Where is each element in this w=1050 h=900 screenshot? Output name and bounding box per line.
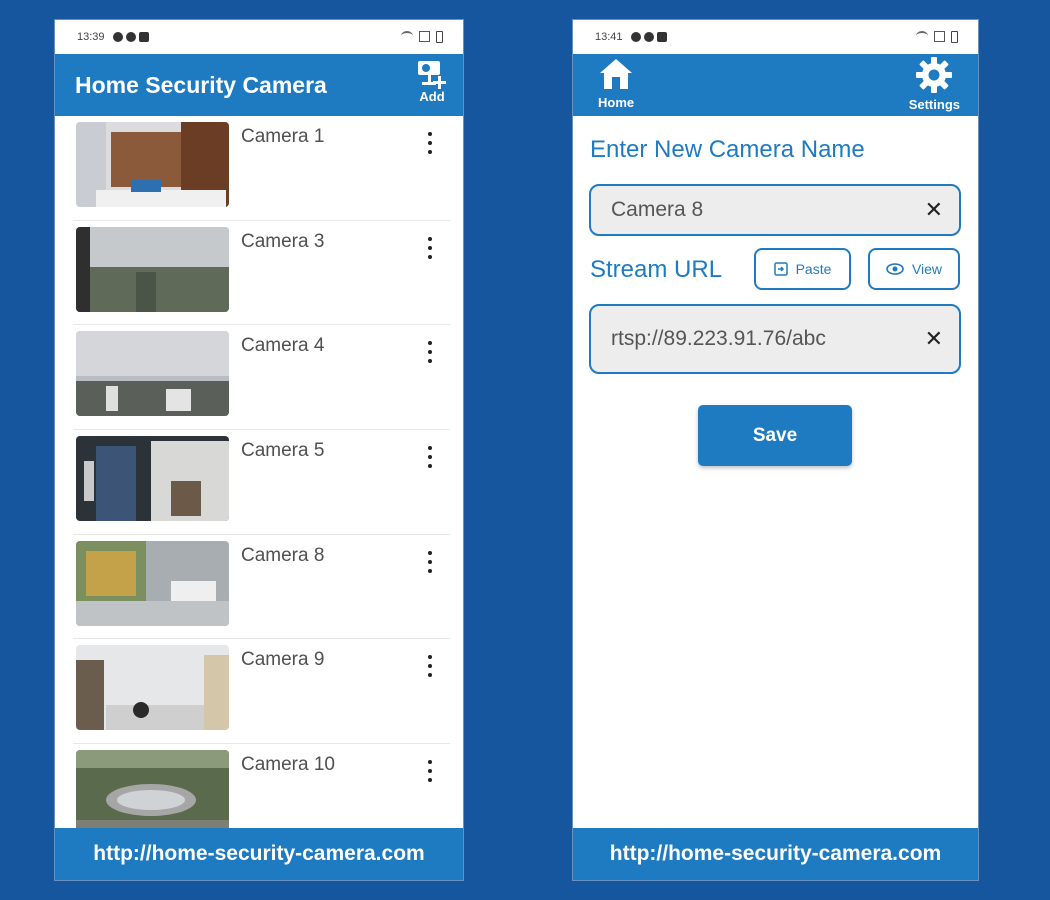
app-title: Home Security Camera: [75, 72, 327, 98]
settings-button[interactable]: Settings: [909, 56, 960, 112]
paste-icon: [773, 262, 788, 276]
eye-icon: [886, 263, 904, 275]
home-label: Home: [598, 95, 635, 110]
camera-thumbnail[interactable]: [76, 122, 229, 207]
camera-row[interactable]: Camera 3: [73, 221, 450, 326]
camera-name: Camera 3: [241, 230, 325, 252]
message-icon: [630, 32, 641, 42]
nav-bar: Home Settings: [573, 54, 978, 116]
stream-url-input[interactable]: rtsp://89.223.91.76/abc ✕: [589, 304, 961, 374]
camera-row[interactable]: Camera 9: [73, 639, 450, 745]
save-button[interactable]: Save: [698, 405, 852, 466]
status-bar: 13:39: [55, 20, 463, 54]
app-bar: Home Security Camera Add: [55, 54, 463, 116]
message-icon: [112, 32, 123, 42]
camera-thumbnail[interactable]: [76, 436, 229, 522]
clear-name-icon[interactable]: ✕: [925, 197, 943, 223]
gallery-icon: [656, 32, 667, 42]
add-camera-screen: 13:41 Home Settings Enter New Camera Nam…: [573, 20, 978, 880]
add-camera-icon: [418, 61, 446, 89]
more-options-icon[interactable]: [422, 550, 438, 573]
more-options-icon[interactable]: [422, 446, 438, 469]
camera-name: Camera 9: [241, 649, 325, 671]
camera-thumbnail[interactable]: [76, 331, 229, 417]
camera-list-screen: 13:39 Home Security Camera Add Camera 1 …: [55, 20, 463, 880]
notification-icon: [643, 32, 654, 42]
view-label: View: [911, 261, 943, 277]
home-button[interactable]: Home: [598, 56, 634, 110]
camera-name: Camera 10: [241, 754, 335, 776]
camera-name-input[interactable]: Camera 8 ✕: [589, 184, 961, 236]
footer-url[interactable]: http://home-security-camera.com: [55, 828, 463, 880]
add-camera-button[interactable]: Add: [415, 58, 449, 112]
paste-button[interactable]: Paste: [754, 248, 851, 290]
signal-icon: [934, 31, 945, 42]
home-icon: [600, 59, 633, 89]
camera-list: Camera 1 Camera 3 Camera 4 Camera 5 Came…: [55, 116, 463, 828]
more-options-icon[interactable]: [422, 132, 438, 154]
camera-row[interactable]: Camera 1: [73, 116, 450, 221]
camera-name-value: Camera 8: [611, 198, 704, 221]
paste-label: Paste: [795, 261, 832, 277]
gallery-icon: [138, 32, 149, 42]
camera-row[interactable]: Camera 8: [73, 535, 450, 640]
camera-thumbnail[interactable]: [76, 750, 229, 828]
notification-icon: [125, 32, 136, 42]
status-time: 13:39: [77, 31, 105, 43]
settings-label: Settings: [908, 97, 960, 112]
camera-name-label: Enter New Camera Name: [590, 136, 865, 163]
camera-thumbnail[interactable]: [76, 540, 229, 626]
stream-url-value: rtsp://89.223.91.76/abc: [611, 327, 826, 350]
camera-row[interactable]: Camera 4: [73, 325, 450, 431]
camera-name: Camera 5: [241, 440, 325, 462]
camera-row[interactable]: Camera 5: [73, 430, 450, 535]
stream-url-label: Stream URL: [590, 256, 723, 283]
view-button[interactable]: View: [868, 248, 960, 290]
more-options-icon[interactable]: [422, 760, 438, 783]
signal-icon: [419, 31, 430, 42]
camera-thumbnail[interactable]: [76, 226, 229, 312]
gear-icon: [916, 57, 953, 93]
camera-row[interactable]: Camera 10: [73, 744, 450, 828]
more-options-icon[interactable]: [422, 236, 438, 259]
add-label: Add: [419, 89, 445, 104]
camera-name: Camera 1: [241, 126, 325, 147]
more-options-icon[interactable]: [422, 655, 438, 678]
clear-url-icon[interactable]: ✕: [925, 326, 943, 352]
wifi-icon: [916, 31, 928, 41]
more-options-icon[interactable]: [422, 341, 438, 364]
status-bar: 13:41: [573, 20, 978, 54]
footer-url[interactable]: http://home-security-camera.com: [573, 828, 978, 880]
camera-name: Camera 4: [241, 335, 325, 357]
battery-icon: [436, 31, 443, 43]
camera-thumbnail[interactable]: [76, 645, 229, 731]
wifi-icon: [401, 31, 413, 41]
status-time: 13:41: [595, 31, 623, 43]
camera-name: Camera 8: [241, 544, 325, 566]
battery-icon: [951, 31, 958, 43]
